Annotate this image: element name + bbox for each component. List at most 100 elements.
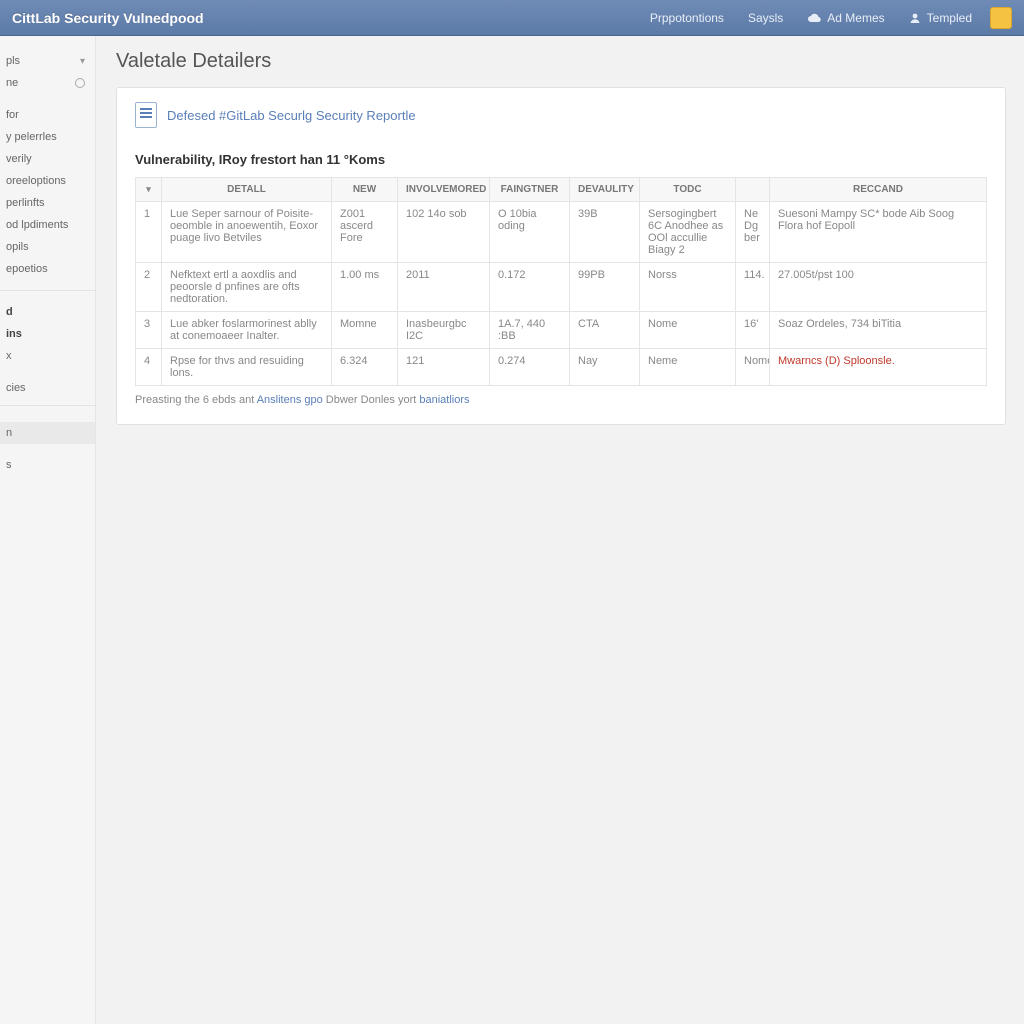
sidebar-item-for[interactable]: for [0, 104, 95, 126]
cell-reccand: 27.005t/pst 100 [770, 263, 987, 312]
sidebar-item-label: epoetios [6, 263, 48, 275]
cell-todc: Neme [640, 349, 736, 386]
cell-faingtner: 1A.7, 440 :BB [490, 312, 570, 349]
cell-involvemored: Inasbeurgbc I2C [398, 312, 490, 349]
table-row[interactable]: 2 Nefktext ertl a aoxdlis and peoorsle d… [136, 263, 987, 312]
sidebar-item-n[interactable]: n [0, 422, 95, 444]
sidebar-item-x[interactable]: x [0, 345, 95, 367]
nav-ad-memes[interactable]: Ad Memes [807, 11, 884, 25]
brand-title: CittLab Security Vulnedpood [12, 10, 204, 26]
notification-badge-button[interactable] [990, 7, 1012, 29]
cell-devaulity: 39B [570, 202, 640, 263]
document-link[interactable]: Defesed #GitLab Securlg Security Reportl… [167, 108, 416, 123]
column-header-devaulity[interactable]: Devaulity [570, 178, 640, 202]
column-header-mid[interactable] [736, 178, 770, 202]
sidebar-item-label: cies [6, 382, 26, 394]
sidebar-item-blank-1[interactable] [0, 94, 95, 104]
column-header-involvemored[interactable]: Involvemored [398, 178, 490, 202]
cell-todc: Norss [640, 263, 736, 312]
sidebar-item-label: ne [6, 77, 18, 89]
sidebar-item-label: y pelerrles [6, 131, 57, 143]
cell-todc: Nome [640, 312, 736, 349]
page-title: Valetale Detailers [116, 50, 1006, 73]
cell-mid: Nomor [736, 349, 770, 386]
cell-devaulity: 99PB [570, 263, 640, 312]
table-header-row: ▾ Detall New Involvemored Faingtner Deva… [136, 178, 987, 202]
sidebar-item-s[interactable]: s [0, 454, 95, 476]
sidebar-item-label: verily [6, 153, 32, 165]
row-index: 1 [136, 202, 162, 263]
nav-prepositions-label: Prppotontions [650, 11, 724, 25]
sidebar-item-opils[interactable]: opils [0, 236, 95, 258]
cell-faingtner: 0.172 [490, 263, 570, 312]
nav-prepositions[interactable]: Prppotontions [650, 11, 724, 25]
nav-templed-label: Templed [927, 11, 972, 25]
vulnerability-table: ▾ Detall New Involvemored Faingtner Deva… [135, 177, 987, 386]
sidebar-item-lpdiments[interactable]: od lpdiments [0, 214, 95, 236]
sidebar-item-label: x [6, 350, 12, 362]
cell-mid: 114. [736, 263, 770, 312]
document-link-row: Defesed #GitLab Securlg Security Reportl… [135, 102, 987, 128]
sidebar-item-label: pls [6, 55, 20, 67]
column-header-detall[interactable]: Detall [162, 178, 332, 202]
cell-faingtner: O 10bia oding [490, 202, 570, 263]
cell-detall: Lue abker foslarmorinest ablly at conemo… [162, 312, 332, 349]
cell-new: 1.00 ms [332, 263, 398, 312]
footer-prefix: Preasting the 6 ebds ant [135, 394, 257, 406]
sidebar-header-label: ins [6, 328, 22, 340]
chevron-down-icon: ▾ [146, 184, 151, 194]
sidebar-item-label: opils [6, 241, 29, 253]
nav-saysls-label: Saysls [748, 11, 783, 25]
sidebar-item-epoetios[interactable]: epoetios [0, 258, 95, 280]
nav-saysls[interactable]: Saysls [748, 11, 783, 25]
sidebar-item-pelerrles[interactable]: y pelerrles [0, 126, 95, 148]
sidebar-item-cies[interactable]: cies [0, 377, 95, 399]
footer-link-1[interactable]: Anslitens gpo [257, 394, 323, 406]
nav-ad-memes-label: Ad Memes [827, 11, 884, 25]
sidebar-separator [0, 405, 95, 406]
column-header-dropdown[interactable]: ▾ [136, 178, 162, 202]
column-header-todc[interactable]: Todc [640, 178, 736, 202]
column-header-new[interactable]: New [332, 178, 398, 202]
footer-link-2[interactable]: baniatliors [419, 394, 469, 406]
table-row[interactable]: 4 Rpse for thvs and resuiding lons. 6.32… [136, 349, 987, 386]
cell-devaulity: Nay [570, 349, 640, 386]
row-index: 4 [136, 349, 162, 386]
cell-mid: 16' [736, 312, 770, 349]
report-panel: Defesed #GitLab Securlg Security Reportl… [116, 87, 1006, 425]
sidebar-item-ne[interactable]: ne [0, 72, 95, 94]
cell-involvemored: 102 14o sob [398, 202, 490, 263]
cell-devaulity: CTA [570, 312, 640, 349]
sidebar-item-pls[interactable]: pls ▾ [0, 50, 95, 72]
nav-templed[interactable]: Templed [909, 11, 972, 25]
user-icon [909, 12, 921, 24]
sidebar-item-perlinfts[interactable]: perlinfts [0, 192, 95, 214]
table-row[interactable]: 3 Lue abker foslarmorinest ablly at cone… [136, 312, 987, 349]
cell-new: Momne [332, 312, 398, 349]
sidebar-item-label: for [6, 109, 19, 121]
table-row[interactable]: 1 Lue Seper sarnour of Poisite- oeomble … [136, 202, 987, 263]
document-icon [135, 102, 157, 128]
chevron-down-icon: ▾ [80, 56, 85, 67]
cell-detall: Rpse for thvs and resuiding lons. [162, 349, 332, 386]
sidebar-item-blank-2[interactable] [0, 412, 95, 422]
cloud-icon [807, 13, 821, 23]
sidebar-header-d: d [0, 301, 95, 323]
sidebar-item-verily[interactable]: verily [0, 148, 95, 170]
cell-involvemored: 121 [398, 349, 490, 386]
column-header-reccand[interactable]: Reccand [770, 178, 987, 202]
sidebar-item-blank-3[interactable] [0, 444, 95, 454]
row-index: 2 [136, 263, 162, 312]
table-footer-note: Preasting the 6 ebds ant Anslitens gpo D… [135, 394, 987, 406]
main-content: Valetale Detailers Defesed #GitLab Secur… [96, 36, 1024, 1024]
cell-detall: Nefktext ertl a aoxdlis and peoorsle d p… [162, 263, 332, 312]
cell-reccand[interactable]: Mwarncs (D) Sploonsle. [770, 349, 987, 386]
cell-reccand: Soaz Ordeles, 734 biTitia [770, 312, 987, 349]
section-title: Vulnerability, IRoy frestort han 11 °Kom… [135, 152, 987, 167]
topbar: CittLab Security Vulnedpood Prppotontion… [0, 0, 1024, 36]
sidebar-item-label: perlinfts [6, 197, 45, 209]
cell-todc: Sersogingbert 6C Anodhee as OOl accullie… [640, 202, 736, 263]
sidebar-item-oreeloptions[interactable]: oreeloptions [0, 170, 95, 192]
sidebar-header-label: d [6, 306, 13, 318]
column-header-faingtner[interactable]: Faingtner [490, 178, 570, 202]
